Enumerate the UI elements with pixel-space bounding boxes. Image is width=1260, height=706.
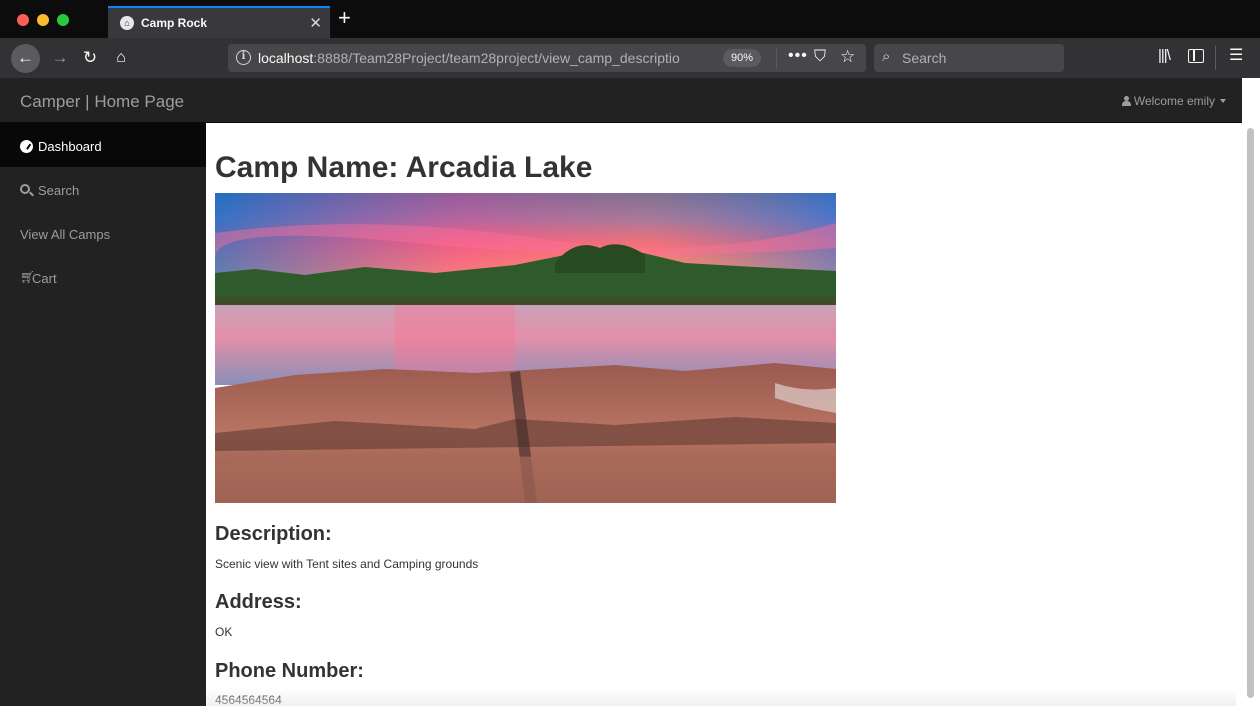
reload-button[interactable]: ↻: [80, 44, 100, 72]
page-viewport: Camper | Home Page Welcome emily Dashboa…: [0, 78, 1260, 706]
tab-title: Camp Rock: [141, 16, 208, 30]
window-maximize-button[interactable]: [57, 14, 69, 26]
sidebar-item-label: Search: [38, 183, 80, 198]
description-text: Scenic view with Tent sites and Camping …: [215, 557, 479, 571]
page-scrollbar[interactable]: [1247, 128, 1254, 698]
sidebar-item-dashboard[interactable]: Dashboard: [0, 123, 206, 167]
sidebar-toggle-icon[interactable]: [1188, 49, 1204, 63]
library-icon[interactable]: |||\: [1158, 47, 1171, 64]
new-tab-button[interactable]: +: [338, 6, 351, 30]
info-icon[interactable]: i: [236, 50, 251, 65]
back-button[interactable]: ←: [11, 44, 40, 73]
browser-search-input[interactable]: [902, 48, 1052, 68]
toolbar-divider: [1215, 46, 1216, 70]
sidebar-item-label: View All Camps: [20, 227, 111, 242]
user-icon: [1121, 96, 1131, 106]
url-divider: [776, 48, 777, 68]
welcome-label: Welcome emily: [1133, 94, 1215, 108]
browser-tab[interactable]: ⌂ Camp Rock ✕: [108, 6, 330, 38]
sidebar-item-view-all-camps[interactable]: View All Camps: [0, 211, 206, 255]
page-actions-icon[interactable]: •••: [788, 47, 808, 65]
description-heading: Description:: [215, 523, 332, 545]
address-heading: Address:: [215, 591, 302, 613]
camp-photo: [215, 193, 836, 503]
caret-down-icon: [1220, 99, 1226, 103]
app-navbar: Camper | Home Page Welcome emily: [0, 78, 1242, 123]
browser-titlebar: ⌂ Camp Rock ✕ +: [0, 0, 1260, 38]
user-dropdown[interactable]: Welcome emily: [1121, 94, 1226, 108]
dashboard-icon: [20, 140, 33, 153]
app-sidebar: Dashboard Search View All Camps 🛒︎ Cart: [0, 123, 206, 706]
url-bar[interactable]: i localhost:8888/Team28Project/team28pro…: [228, 44, 866, 72]
forward-button[interactable]: →: [50, 44, 70, 72]
browser-search-bar[interactable]: ⌕: [874, 44, 1064, 72]
bookmark-star-icon[interactable]: ☆: [840, 47, 855, 67]
url-host: localhost: [258, 50, 314, 66]
address-text: OK: [215, 625, 233, 639]
sidebar-item-label: Dashboard: [38, 139, 102, 154]
phone-heading: Phone Number:: [215, 660, 364, 682]
pocket-icon[interactable]: ⛉: [814, 48, 826, 66]
favicon-icon: ⌂: [120, 16, 134, 30]
phone-text: 4564564564: [215, 693, 282, 706]
zoom-badge[interactable]: 90%: [723, 49, 762, 67]
hamburger-menu-icon[interactable]: ☰: [1229, 45, 1243, 65]
search-icon: ⌕: [882, 48, 891, 65]
url-text[interactable]: localhost:8888/Team28Project/team28proje…: [258, 50, 718, 66]
home-button[interactable]: ⌂: [110, 44, 132, 72]
sidebar-item-label: Cart: [32, 271, 57, 286]
window-minimize-button[interactable]: [37, 14, 49, 26]
tab-close-icon[interactable]: ✕: [309, 14, 322, 32]
sidebar-item-cart[interactable]: 🛒︎ Cart: [0, 255, 206, 299]
search-icon: [20, 184, 30, 194]
window-close-button[interactable]: [17, 14, 29, 26]
bottom-fade: [206, 688, 1236, 706]
page-title: Camp Name: Arcadia Lake: [215, 151, 593, 184]
url-path: :8888/Team28Project/team28project/view_c…: [313, 50, 680, 66]
brand-link[interactable]: Camper | Home Page: [20, 92, 184, 112]
sidebar-item-search[interactable]: Search: [0, 167, 206, 211]
